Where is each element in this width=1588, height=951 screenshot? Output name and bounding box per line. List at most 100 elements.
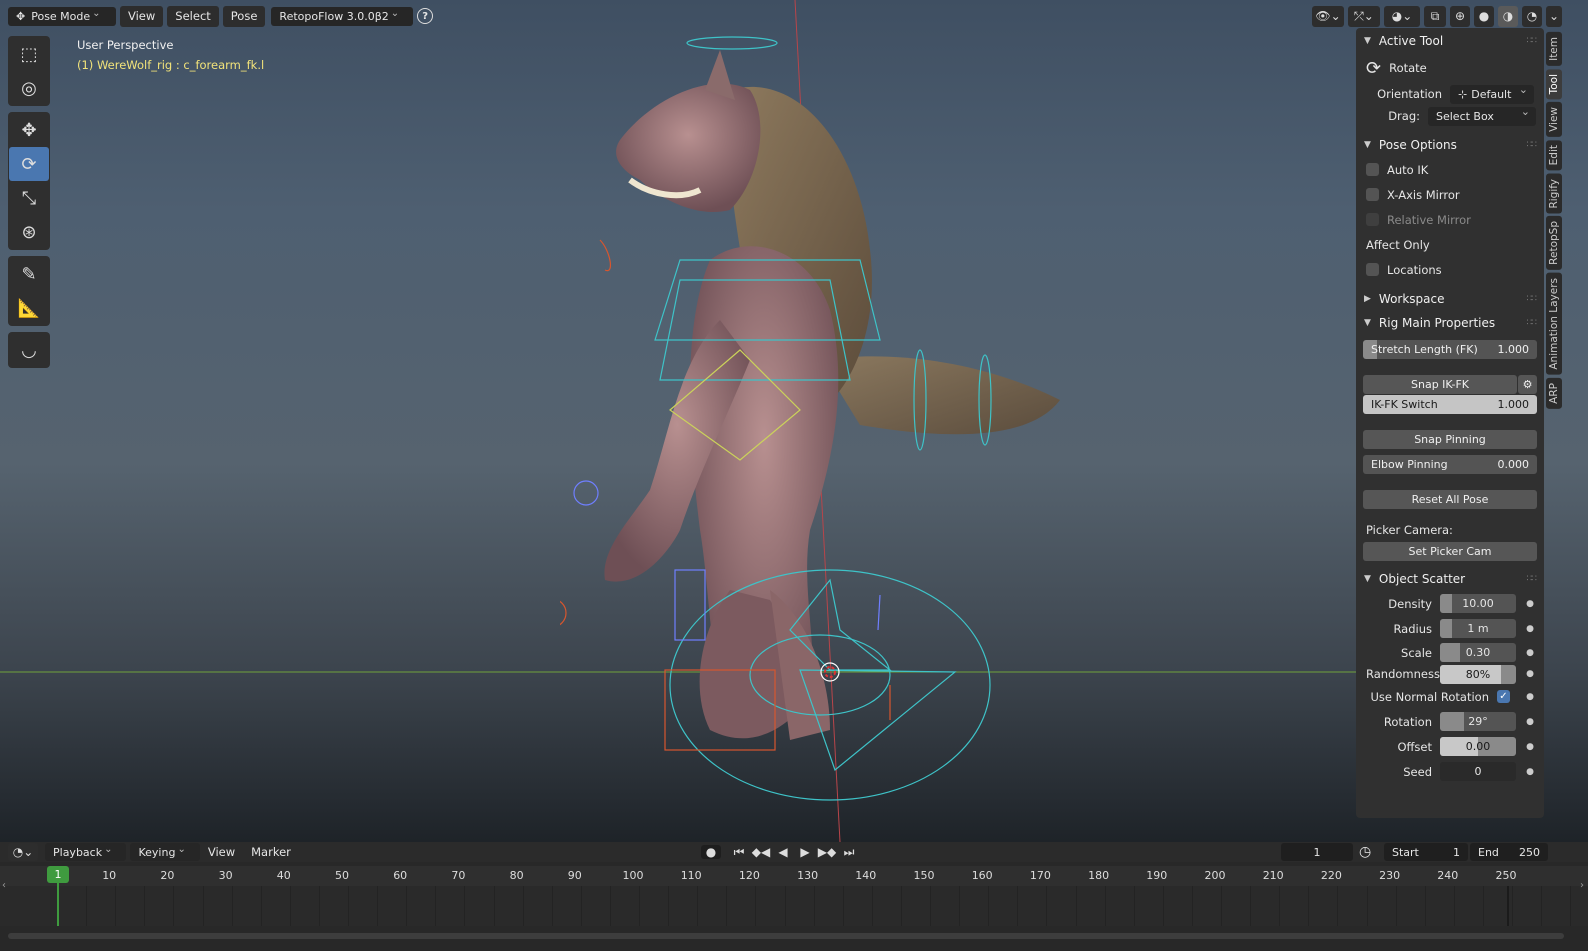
locations-checkbox[interactable]: [1366, 263, 1379, 276]
play-icon[interactable]: ▶: [795, 845, 815, 859]
xray-icon[interactable]: ⧉: [1424, 5, 1446, 27]
timeline-view-menu[interactable]: View: [208, 845, 235, 859]
grid-line: [959, 886, 961, 926]
keying-menu[interactable]: Keying: [130, 843, 200, 861]
reset-all-pose-button[interactable]: Reset All Pose: [1363, 490, 1537, 509]
workspace-header[interactable]: ▶ Workspace ∷∷: [1356, 287, 1544, 311]
current-frame-indicator[interactable]: 1: [47, 866, 69, 883]
solid-shading-icon[interactable]: ●: [1474, 5, 1494, 27]
randomness-field[interactable]: 80%: [1440, 664, 1516, 684]
stretch-length-field[interactable]: Stretch Length (FK) 1.000: [1363, 340, 1537, 359]
3d-viewport[interactable]: ✥ Pose Mode View Select Pose RetopoFlow …: [0, 0, 1588, 842]
material-shading-icon[interactable]: ◑: [1498, 5, 1518, 27]
grid-line: [813, 886, 815, 926]
next-keyframe-icon[interactable]: ▶◆: [817, 845, 837, 859]
timeline-scrollbar[interactable]: [0, 931, 1588, 941]
set-picker-cam-button[interactable]: Set Picker Cam: [1363, 542, 1537, 561]
timeline-area[interactable]: 10 20 30 40 50 60 70 80 90 100 110 120 130 140 150 160 1…: [0, 862, 1588, 951]
shading-options-icon[interactable]: ⌄: [1546, 5, 1562, 27]
x-axis-mirror-checkbox[interactable]: [1366, 188, 1379, 201]
scroll-left-icon[interactable]: ‹: [2, 880, 6, 891]
tab-rigify[interactable]: Rigify: [1546, 173, 1562, 214]
offset-row: Offset 0.00 ●: [1356, 734, 1544, 759]
grid-line: [900, 886, 902, 926]
werewolf-model[interactable]: [560, 30, 1080, 810]
drag-grip-icon[interactable]: ∷∷: [1527, 36, 1538, 46]
keyframe-dot-icon[interactable]: ●: [1526, 767, 1534, 777]
drag-dropdown[interactable]: Select Box: [1428, 105, 1536, 126]
end-frame-field[interactable]: End 250: [1470, 843, 1548, 861]
keyframe-track[interactable]: [0, 886, 1588, 926]
elbow-pinning-field[interactable]: Elbow Pinning 0.000: [1363, 455, 1537, 474]
grid-line: [464, 886, 466, 926]
pose-options-header[interactable]: ▼ Pose Options ∷∷: [1356, 133, 1544, 157]
editor-type-clock-icon[interactable]: ◔⌄: [8, 843, 38, 861]
grid-line: [1512, 886, 1513, 926]
expand-icon: ▶: [1364, 294, 1371, 304]
frame-tick-label: 250: [1495, 869, 1517, 882]
jump-start-icon[interactable]: ⏮: [729, 845, 749, 860]
orientation-dropdown[interactable]: ⊹ Default: [1450, 83, 1534, 104]
play-reverse-icon[interactable]: ◀: [773, 845, 793, 859]
keyframe-dot-icon[interactable]: ●: [1526, 648, 1534, 658]
grid-line: [1221, 886, 1222, 926]
tab-item[interactable]: Item: [1546, 32, 1562, 66]
relative-mirror-checkbox[interactable]: [1366, 213, 1379, 226]
grid-line: [86, 886, 88, 926]
current-frame-field[interactable]: 1: [1281, 843, 1353, 861]
tab-retopsp[interactable]: RetopSp: [1546, 216, 1562, 270]
x-axis-mirror-row[interactable]: X-Axis Mirror: [1356, 182, 1544, 207]
keyframe-dot-icon[interactable]: ●: [1526, 599, 1534, 609]
auto-ik-checkbox[interactable]: [1366, 163, 1379, 176]
keyframe-dot-icon[interactable]: ●: [1526, 624, 1534, 634]
playback-menu[interactable]: Playback: [45, 843, 127, 861]
density-field[interactable]: 10.00: [1440, 594, 1516, 613]
tab-tool[interactable]: Tool: [1546, 68, 1562, 100]
preview-range-clock-icon[interactable]: ◷: [1359, 844, 1371, 860]
snap-ik-fk-button[interactable]: Snap IK-FK: [1363, 375, 1517, 394]
jump-end-icon[interactable]: ⏭: [839, 845, 859, 860]
snap-settings-icon[interactable]: ⚙: [1518, 375, 1537, 394]
rendered-shading-icon[interactable]: ◔: [1522, 5, 1542, 27]
start-frame-field[interactable]: Start 1: [1384, 843, 1468, 861]
scale-field[interactable]: 0.30: [1440, 643, 1516, 662]
keyframe-dot-icon[interactable]: ●: [1526, 692, 1534, 702]
keyframe-dot-icon[interactable]: ●: [1526, 742, 1534, 752]
rotation-field[interactable]: 29°: [1440, 712, 1516, 731]
offset-field[interactable]: 0.00: [1440, 737, 1516, 756]
drag-grip-icon[interactable]: ∷∷: [1527, 140, 1538, 150]
drag-grip-icon[interactable]: ∷∷: [1527, 574, 1538, 584]
rig-main-properties-header[interactable]: ▼ Rig Main Properties ∷∷: [1356, 311, 1544, 335]
grid-line: [289, 886, 291, 926]
tab-animation-layers[interactable]: Animation Layers: [1546, 272, 1562, 375]
tab-edit[interactable]: Edit: [1546, 140, 1562, 171]
marker-menu[interactable]: Marker: [251, 845, 291, 859]
grid-line: [260, 886, 262, 926]
active-tool-header[interactable]: ▼ Active Tool ∷∷: [1356, 29, 1544, 53]
wireframe-shading-icon[interactable]: ⊕: [1450, 5, 1470, 27]
drag-grip-icon[interactable]: ∷∷: [1527, 318, 1538, 328]
tab-arp[interactable]: ARP: [1546, 377, 1562, 409]
use-normal-rotation-row[interactable]: Use Normal Rotation ✓ ●: [1356, 684, 1544, 709]
use-normal-rotation-checkbox[interactable]: ✓: [1497, 690, 1510, 703]
snap-pinning-button[interactable]: Snap Pinning: [1363, 430, 1537, 449]
prev-keyframe-icon[interactable]: ◆◀: [751, 845, 771, 859]
drag-grip-icon[interactable]: ∷∷: [1527, 294, 1538, 304]
ik-fk-switch-field[interactable]: IK-FK Switch 1.000: [1363, 395, 1537, 414]
keyframe-dot-icon[interactable]: ●: [1526, 669, 1534, 679]
frame-tick-label: 160: [971, 869, 993, 882]
keyframe-dot-icon[interactable]: ●: [1526, 717, 1534, 727]
relative-mirror-row[interactable]: Relative Mirror: [1356, 207, 1544, 232]
seed-field[interactable]: 0: [1440, 762, 1516, 781]
radius-field[interactable]: 1 m: [1440, 619, 1516, 638]
object-scatter-header[interactable]: ▼ Object Scatter ∷∷: [1356, 567, 1544, 591]
frame-ruler[interactable]: 10 20 30 40 50 60 70 80 90 100 110 120 130 140 150 160 1…: [0, 866, 1588, 886]
locations-row[interactable]: Locations: [1356, 257, 1544, 282]
auto-keying-record-icon[interactable]: ●: [701, 845, 721, 859]
frame-tick-label: 170: [1029, 869, 1051, 882]
tab-view[interactable]: View: [1546, 102, 1562, 138]
collapse-icon: ▼: [1364, 574, 1371, 584]
scroll-right-icon[interactable]: ›: [1580, 880, 1584, 891]
overlay-icon[interactable]: ◕⌄: [1384, 5, 1420, 27]
auto-ik-row[interactable]: Auto IK: [1356, 157, 1544, 182]
